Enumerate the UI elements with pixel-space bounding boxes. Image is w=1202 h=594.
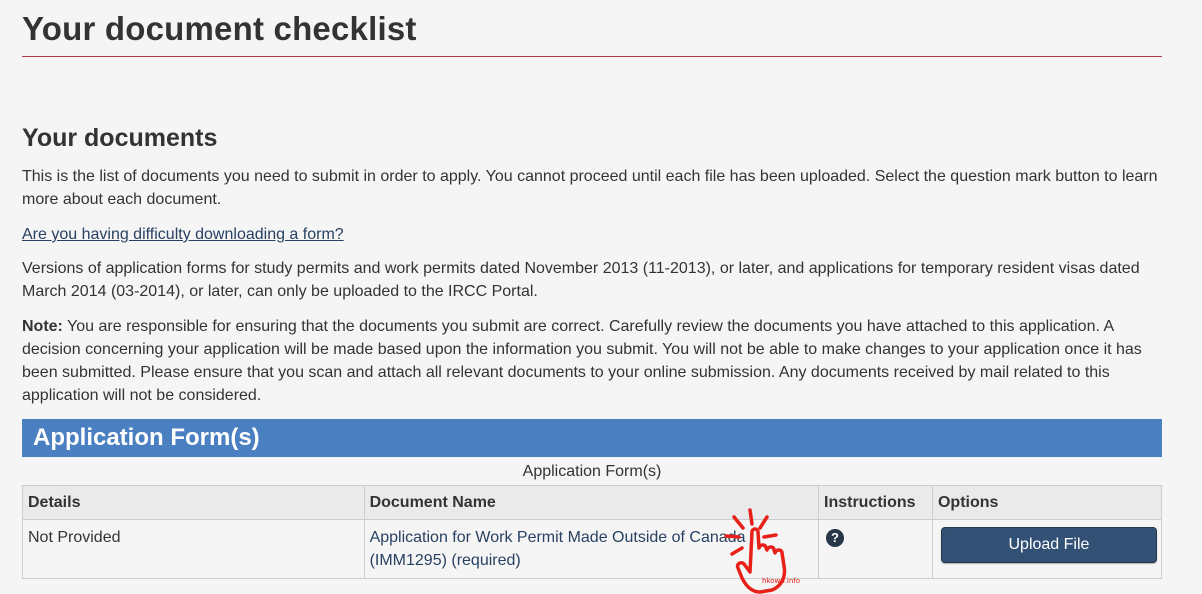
- page-title: Your document checklist: [22, 10, 417, 47]
- application-forms-table: Details Document Name Instructions Optio…: [22, 485, 1163, 579]
- note-label: Note:: [22, 318, 63, 335]
- cell-document-name: Application for Work Permit Made Outside…: [363, 519, 820, 579]
- header-document-name: Document Name: [363, 485, 820, 520]
- section-title-your-documents: Your documents: [22, 124, 218, 152]
- table-row: Not Provided Application for Work Permit…: [22, 519, 1163, 579]
- question-circle-icon[interactable]: ?: [826, 529, 844, 547]
- note-paragraph: Note: You are responsible for ensuring t…: [22, 315, 1162, 407]
- title-divider: [22, 56, 1162, 57]
- header-options: Options: [931, 485, 1163, 520]
- versions-notice: Versions of application forms for study …: [22, 260, 1140, 300]
- header-details: Details: [22, 485, 365, 520]
- download-help-link[interactable]: Are you having difficulty downloading a …: [22, 223, 1162, 246]
- table-caption: Application Form(s): [522, 463, 662, 480]
- intro-text: This is the list of documents you need t…: [22, 168, 1158, 208]
- application-forms-panel-heading: Application Form(s): [22, 419, 1162, 457]
- header-instructions: Instructions: [818, 485, 933, 520]
- cell-options: Upload File: [931, 519, 1163, 579]
- cell-details-status: Not Provided: [22, 519, 365, 579]
- note-text: You are responsible for ensuring that th…: [22, 318, 1142, 404]
- upload-file-button[interactable]: Upload File: [940, 527, 1157, 563]
- cell-instructions: ?: [818, 519, 933, 579]
- document-link-imm1295[interactable]: Application for Work Permit Made Outside…: [370, 529, 746, 569]
- table-header-row: Details Document Name Instructions Optio…: [22, 485, 1163, 520]
